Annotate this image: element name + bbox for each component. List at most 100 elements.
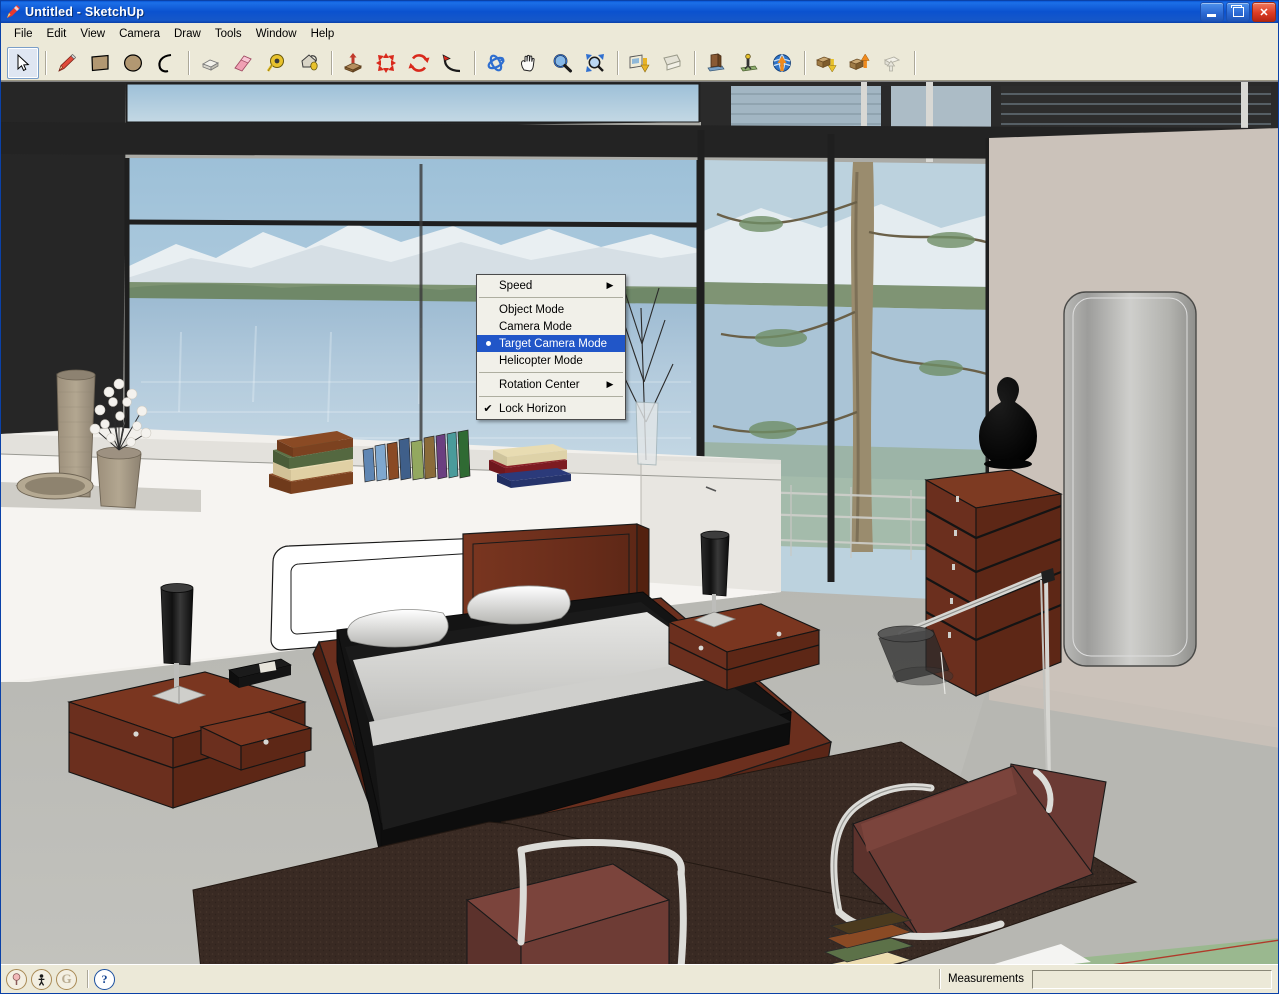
credits-indicator[interactable] [31, 968, 52, 990]
flower-pot [96, 446, 142, 509]
toolbar-separator [474, 50, 475, 75]
upload-models-icon [849, 53, 870, 70]
arc-icon [158, 53, 172, 72]
maximize-restore-button[interactable] [1226, 2, 1250, 22]
camera-mode-context-menu[interactable]: Speed ▶ Object Mode Camera Mode Target Camer… [476, 274, 626, 420]
pencil-icon [58, 53, 77, 72]
arrow-cursor-icon [17, 53, 30, 71]
tape-measure-icon [266, 53, 284, 72]
menu-draw[interactable]: Draw [167, 26, 208, 42]
menu-item-speed[interactable]: Speed ▶ [477, 277, 625, 294]
pushpull-extrude-tool[interactable] [337, 47, 369, 79]
toolbar-separator [804, 50, 805, 75]
line-tool[interactable] [51, 47, 83, 79]
menu-item-helicopter-mode[interactable]: Helicopter Mode [477, 352, 625, 369]
rotate-tool[interactable] [403, 47, 435, 79]
menu-item-lock-horizon[interactable]: ✔ Lock Horizon [477, 400, 625, 417]
pin-icon [12, 972, 21, 985]
menu-bar: File Edit View Camera Draw Tools Window … [1, 23, 1278, 45]
section-cut-icon [663, 53, 681, 71]
move-tool[interactable] [370, 47, 402, 79]
zoom-tool[interactable] [546, 47, 578, 79]
menu-item-target-camera-mode[interactable]: Target Camera Mode [477, 335, 625, 352]
radio-selected-icon [477, 341, 499, 346]
eraser-icon [234, 54, 252, 72]
google-indicator[interactable]: G [56, 968, 77, 990]
menu-item-label: Helicopter Mode [499, 354, 583, 367]
rectangle-tool[interactable] [84, 47, 116, 79]
eraser-tool[interactable] [227, 47, 259, 79]
3d-text-tool[interactable] [700, 47, 732, 79]
orbit-icon [487, 54, 505, 71]
menu-item-label: Rotation Center [499, 378, 580, 391]
menu-edit[interactable]: Edit [40, 26, 74, 42]
person-icon [38, 973, 45, 986]
floor-mirror [1063, 291, 1197, 667]
pushpull-tool[interactable] [194, 47, 226, 79]
menu-help[interactable]: Help [304, 26, 342, 42]
share-component-button[interactable] [876, 47, 908, 79]
menu-file[interactable]: File [7, 26, 40, 42]
orbit-tool[interactable] [480, 47, 512, 79]
position-camera-tool[interactable] [733, 47, 765, 79]
3d-text-icon [707, 52, 725, 71]
rectangle-icon [91, 54, 109, 71]
menu-item-label: Lock Horizon [499, 402, 567, 415]
menu-item-label: Speed [499, 279, 533, 292]
person-camera-icon [740, 53, 758, 71]
book-stack-windowsill [269, 431, 353, 494]
tape-measure-tool[interactable] [260, 47, 292, 79]
globe-arrow-icon [773, 53, 791, 72]
select-tool[interactable] [7, 46, 39, 79]
toolbar-separator [45, 50, 46, 75]
toolbar-separator [331, 50, 332, 75]
wicker-bowl [15, 472, 95, 500]
minimize-button[interactable] [1200, 2, 1224, 22]
main-toolbar [1, 45, 1278, 81]
toolbar-separator [617, 50, 618, 75]
help-button[interactable]: ? [94, 968, 115, 990]
submenu-arrow-icon: ▶ [606, 379, 614, 389]
title-bar: Untitled - SketchUp ✕ [1, 1, 1278, 23]
menu-separator [479, 372, 623, 373]
section-plane-tool[interactable] [623, 47, 655, 79]
menu-tools[interactable]: Tools [208, 26, 249, 42]
close-icon: ✕ [1259, 6, 1269, 19]
window-controls: ✕ [1200, 2, 1276, 22]
section-plane-icon [629, 53, 650, 73]
paint-bucket-tool[interactable] [293, 47, 325, 79]
menu-item-rotation-center[interactable]: Rotation Center ▶ [477, 376, 625, 393]
zoom-extents-tool[interactable] [579, 47, 611, 79]
menu-item-label: Camera Mode [499, 320, 572, 333]
menu-item-camera-mode[interactable]: Camera Mode [477, 318, 625, 335]
pushpull-icon [202, 59, 219, 71]
menu-item-label: Object Mode [499, 303, 565, 316]
walkthrough-tool[interactable] [766, 47, 798, 79]
followme-tool[interactable] [436, 47, 468, 79]
toolbar-separator [188, 50, 189, 75]
window-title: Untitled - SketchUp [25, 5, 145, 19]
geo-location-indicator[interactable] [6, 968, 27, 990]
bedroom-3d-scene [1, 82, 1278, 964]
pan-tool[interactable] [513, 47, 545, 79]
measurements-input[interactable] [1032, 969, 1272, 989]
display-section-cuts-tool[interactable] [656, 47, 688, 79]
share-component-icon [883, 56, 901, 71]
model-viewport[interactable]: Speed ▶ Object Mode Camera Mode Target Camer… [1, 81, 1278, 964]
menu-window[interactable]: Window [249, 26, 304, 42]
close-button[interactable]: ✕ [1252, 2, 1276, 22]
move-cross-icon [376, 52, 396, 73]
sketchup-pencil-icon [5, 4, 21, 20]
followme-arrow-icon [442, 53, 461, 72]
menu-view[interactable]: View [73, 26, 112, 42]
circle-icon [124, 53, 142, 72]
help-icon: ? [101, 971, 108, 986]
toolbar-separator [694, 50, 695, 75]
arc-tool[interactable] [150, 47, 182, 79]
get-models-button[interactable] [810, 47, 842, 79]
menu-camera[interactable]: Camera [112, 26, 167, 42]
circle-tool[interactable] [117, 47, 149, 79]
share-model-button[interactable] [843, 47, 875, 79]
status-bar: G ? Measurements [1, 964, 1278, 993]
menu-item-object-mode[interactable]: Object Mode [477, 301, 625, 318]
